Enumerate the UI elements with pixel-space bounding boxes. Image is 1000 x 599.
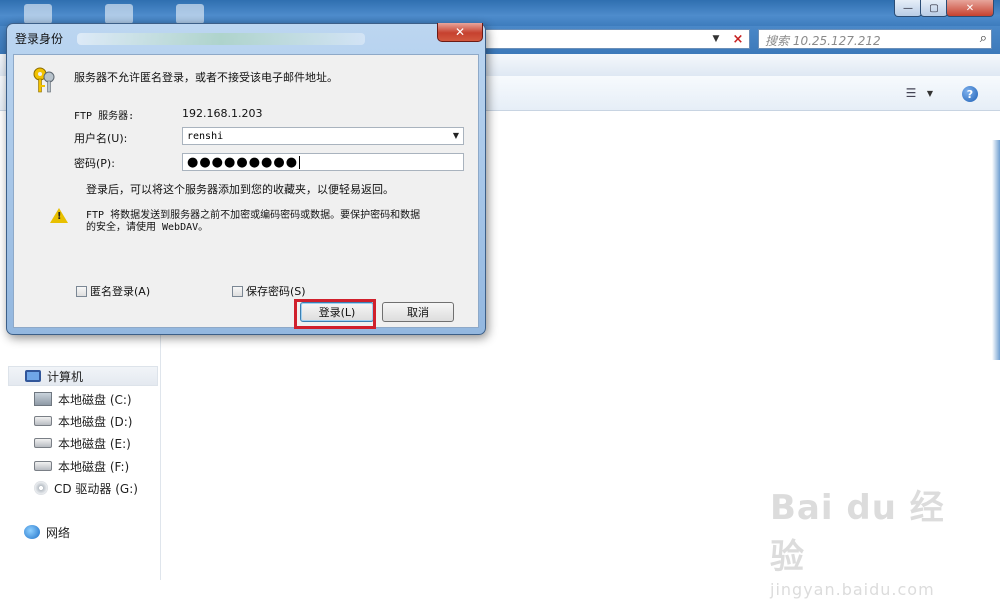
search-placeholder: 搜索 10.25.127.212 [765, 34, 881, 48]
desktop-icon [24, 4, 52, 24]
drive-icon [34, 416, 52, 426]
drive-icon [34, 461, 52, 471]
desktop-icon [105, 4, 133, 24]
address-dropdown-icon[interactable]: ▼ [707, 30, 725, 48]
password-label: 密码(P): [74, 157, 115, 170]
help-icon[interactable]: ? [962, 86, 978, 102]
sidebar-item-drive-d[interactable]: 本地磁盘 (D:) [34, 411, 132, 431]
keys-icon [33, 67, 55, 93]
cd-drive-icon [34, 481, 48, 495]
computer-icon [25, 370, 41, 382]
watermark-logo: Bai du 经验 [770, 488, 945, 577]
sidebar-item-label: 本地磁盘 (C:) [58, 392, 132, 407]
watermark-url: jingyan.baidu.com [770, 580, 935, 599]
username-field[interactable]: renshi ▼ [182, 127, 464, 145]
checkbox-label: 保存密码(S) [246, 285, 306, 298]
system-drive-icon [34, 392, 52, 406]
anonymous-login-checkbox[interactable]: 匿名登录(A) [76, 283, 150, 299]
search-input[interactable]: 搜索 10.25.127.212 ⌕ [758, 29, 992, 49]
change-view-icon[interactable]: ☰ [900, 84, 922, 102]
chevron-down-icon[interactable]: ▼ [453, 131, 459, 140]
checkbox-box[interactable] [76, 285, 87, 297]
sidebar-item-cd-drive[interactable]: CD 驱动器 (G:) [34, 478, 138, 498]
sidebar-item-drive-c[interactable]: 本地磁盘 (C:) [34, 389, 132, 409]
desktop-icon [176, 4, 204, 24]
address-bar[interactable]: ▼ × [480, 29, 750, 49]
dialog-close-button[interactable]: ✕ [437, 23, 483, 42]
drive-icon [34, 438, 52, 448]
sidebar-item-network[interactable]: 网络 [24, 522, 70, 542]
baidu-watermark: Bai du 经验 jingyan.baidu.com [770, 480, 970, 599]
sidebar-item-label: CD 驱动器 (G:) [54, 481, 138, 496]
dialog-title: 登录身份 [15, 32, 64, 46]
ftp-server-label: FTP 服务器: [74, 111, 135, 122]
checkbox-box[interactable] [232, 285, 243, 297]
stop-icon[interactable]: × [729, 31, 747, 47]
minimize-button[interactable]: — [894, 0, 922, 17]
error-message: 服务器不允许匿名登录，或者不接受该电子邮件地址。 [74, 71, 338, 84]
sidebar-item-label: 本地磁盘 (E:) [58, 436, 131, 451]
desktop-edge [992, 140, 1000, 360]
sidebar-item-label: 本地磁盘 (F:) [58, 459, 130, 474]
search-icon[interactable]: ⌕ [980, 31, 987, 46]
login-dialog: 登录身份 ✕ 服务器不允许匿名登录，或者不接受该电子邮件地址。 FTP 服务器:… [6, 23, 486, 335]
checkbox-label: 匿名登录(A) [90, 285, 151, 298]
info-text: 登录后，可以将这个服务器添加到您的收藏夹，以便轻易返回。 [86, 183, 394, 196]
window-close-button[interactable]: ✕ [946, 0, 994, 17]
cancel-button[interactable]: 取消 [382, 302, 454, 322]
sidebar-item-drive-f[interactable]: 本地磁盘 (F:) [34, 456, 129, 476]
ftp-server-value: 192.168.1.203 [182, 107, 263, 120]
sidebar-item-label: 本地磁盘 (D:) [58, 414, 133, 429]
sidebar-item-computer[interactable]: 计算机 [8, 366, 158, 386]
dialog-body: 服务器不允许匿名登录，或者不接受该电子邮件地址。 FTP 服务器: 192.16… [13, 54, 479, 328]
sidebar-item-label: 网络 [46, 525, 71, 540]
network-icon [24, 525, 40, 539]
text-caret [299, 155, 301, 169]
password-field[interactable]: ●●●●●●●●● [182, 153, 464, 171]
sidebar-item-label: 计算机 [47, 369, 84, 384]
chevron-down-icon[interactable]: ▼ [924, 84, 936, 102]
highlight-box [294, 299, 376, 329]
password-value: ●●●●●●●●● [187, 154, 299, 170]
blurred-title-text [77, 33, 365, 45]
sidebar-item-drive-e[interactable]: 本地磁盘 (E:) [34, 433, 131, 453]
maximize-button[interactable]: ▢ [920, 0, 948, 17]
warning-text-line2: 的安全，请使用 WebDAV。 [86, 222, 209, 233]
username-value: renshi [187, 130, 224, 142]
username-label: 用户名(U): [74, 132, 128, 145]
save-password-checkbox[interactable]: 保存密码(S) [232, 283, 306, 299]
warning-icon: ! [50, 208, 68, 223]
